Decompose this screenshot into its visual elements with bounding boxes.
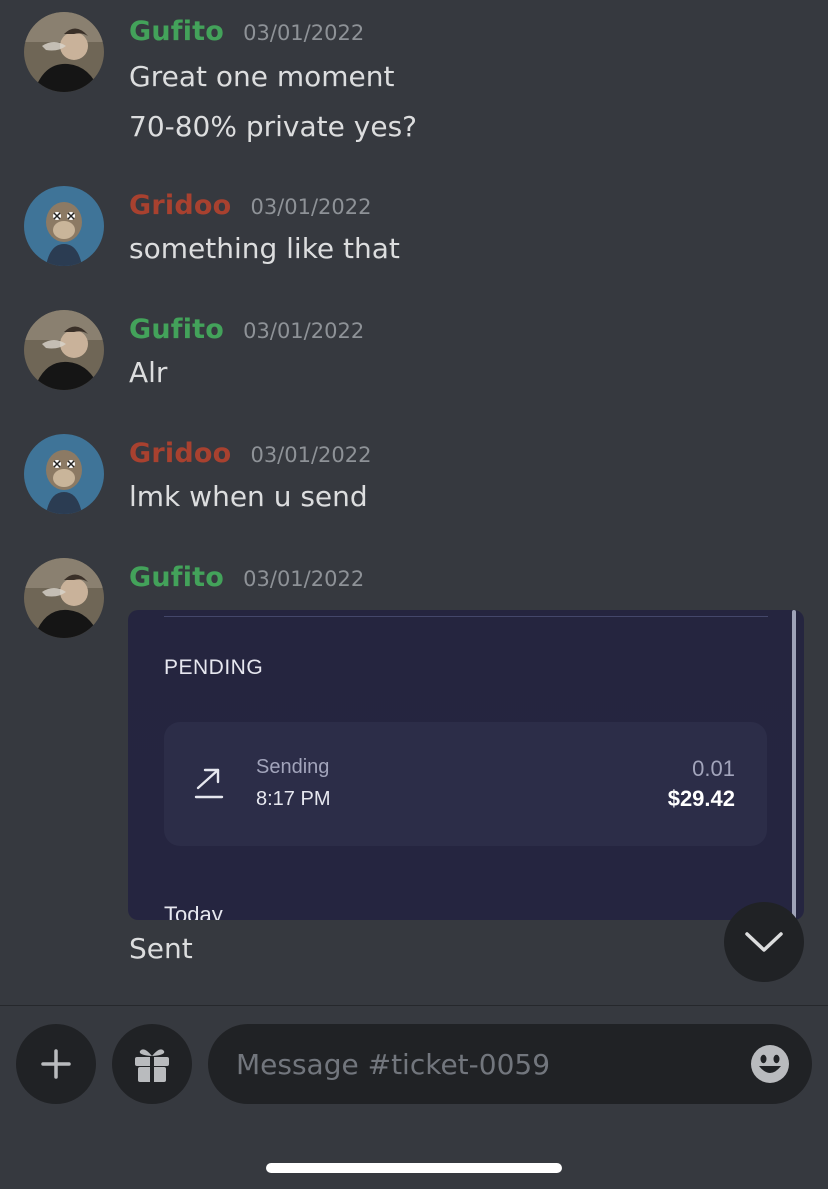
message-input-container	[208, 1024, 812, 1104]
timestamp: 03/01/2022	[243, 21, 365, 45]
gift-icon	[135, 1049, 169, 1082]
timestamp: 03/01/2022	[243, 319, 365, 343]
arrow-up-right-icon	[194, 768, 224, 799]
username[interactable]: Gufito	[129, 16, 224, 47]
message-input[interactable]	[236, 1024, 736, 1104]
plus-icon	[41, 1049, 71, 1079]
message-list[interactable]: Gufito 03/01/2022 Great one moment 70-80…	[0, 0, 828, 1005]
message-composer	[0, 1006, 828, 1189]
message-text: lmk when u send	[129, 480, 368, 513]
smiley-icon[interactable]	[750, 1044, 790, 1084]
transaction-usd-value: $29.42	[667, 786, 735, 811]
image-attachment[interactable]: PENDING Sending 8:17 PM 0.01 $29.42 Toda…	[128, 610, 804, 920]
transaction-direction: Sending	[256, 756, 330, 778]
avatar-gufito[interactable]	[24, 558, 104, 638]
today-section-label: Today	[164, 902, 223, 920]
message-text: 70-80% private yes?	[129, 110, 418, 143]
divider	[164, 616, 768, 617]
message-text: Alr	[129, 356, 168, 389]
transaction-amount: 0.01	[692, 756, 735, 781]
home-indicator[interactable]	[266, 1163, 562, 1173]
avatar-gufito[interactable]	[24, 310, 104, 390]
transaction-card: Sending 8:17 PM 0.01 $29.42	[164, 722, 767, 846]
timestamp: 03/01/2022	[250, 443, 372, 467]
timestamp: 03/01/2022	[243, 567, 365, 591]
avatar-gridoo[interactable]	[24, 434, 104, 514]
message-text: Sent	[129, 932, 193, 965]
avatar-gufito[interactable]	[24, 12, 104, 92]
username[interactable]: Gridoo	[129, 190, 231, 221]
pending-section-label: PENDING	[164, 656, 264, 679]
message-text: something like that	[129, 232, 400, 265]
username[interactable]: Gufito	[129, 562, 224, 593]
scroll-to-bottom-button[interactable]	[724, 902, 804, 982]
transaction-time: 8:17 PM	[256, 788, 331, 810]
attachment-scrollbar	[792, 610, 796, 920]
avatar-gridoo[interactable]	[24, 186, 104, 266]
add-attachment-button[interactable]	[16, 1024, 96, 1104]
username[interactable]: Gufito	[129, 314, 224, 345]
chevron-down-icon	[745, 932, 783, 952]
username[interactable]: Gridoo	[129, 438, 231, 469]
gift-button[interactable]	[112, 1024, 192, 1104]
timestamp: 03/01/2022	[250, 195, 372, 219]
message-text: Great one moment	[129, 60, 395, 93]
